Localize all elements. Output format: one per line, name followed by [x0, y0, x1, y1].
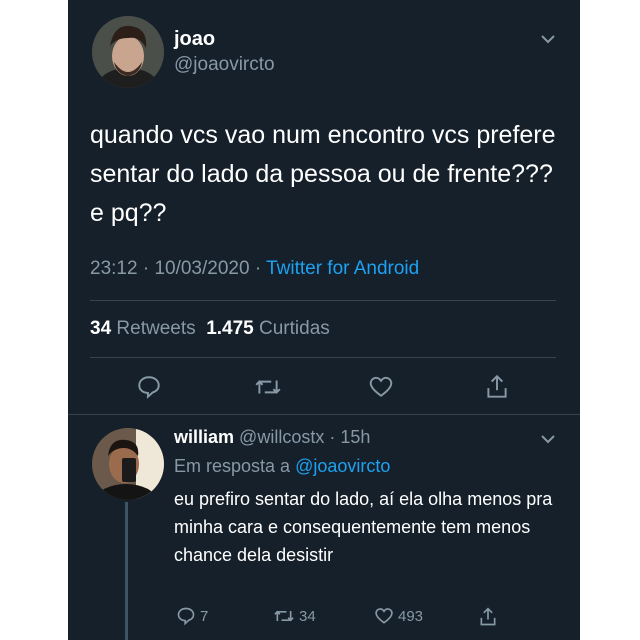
author-avatar[interactable] — [92, 16, 164, 88]
like-button[interactable] — [368, 374, 394, 400]
tweet-date: 10/03/2020 — [154, 258, 250, 279]
retweets-label[interactable]: Retweets — [116, 318, 195, 339]
share-button[interactable] — [484, 373, 510, 401]
divider — [68, 414, 580, 415]
heart-icon — [369, 376, 393, 397]
divider — [90, 357, 556, 358]
replying-to-label: Em resposta a — [174, 456, 291, 476]
retweets-count[interactable]: 34 — [90, 318, 111, 339]
thread-line — [125, 502, 128, 640]
reply-time[interactable]: 15h — [340, 427, 370, 447]
share-icon — [480, 607, 496, 626]
reply-retweet-count: 34 — [299, 607, 316, 625]
replying-to: Em resposta a @joaovircto — [174, 456, 390, 477]
author-handle[interactable]: @joaovircto — [174, 54, 275, 76]
retweet-button[interactable] — [254, 374, 282, 400]
reply-reply-count: 7 — [200, 607, 209, 625]
chevron-down-icon[interactable] — [540, 32, 556, 50]
likes-label[interactable]: Curtidas — [259, 318, 330, 339]
reply-button[interactable] — [136, 374, 162, 400]
likes-count[interactable]: 1.475 — [206, 318, 254, 339]
author-name[interactable]: joao — [174, 28, 215, 51]
reply-share-button[interactable] — [478, 606, 502, 628]
reply-text: eu prefiro sentar do lado, aí ela olha m… — [174, 489, 553, 565]
reply-header: william @willcostx · 15h — [174, 427, 370, 448]
reply-like-button[interactable]: 493 — [374, 606, 423, 626]
reply-like-count: 493 — [398, 607, 424, 625]
meta-separator: · — [142, 258, 150, 279]
tweet-meta: 23:12 · 10/03/2020 · Twitter for Android — [90, 258, 419, 280]
meta-separator: · — [254, 258, 262, 279]
reply-author-avatar[interactable] — [92, 428, 164, 500]
reply-reply-button[interactable]: 7 — [176, 606, 208, 626]
retweet-icon — [255, 380, 281, 394]
reply-retweet-button[interactable]: 34 — [273, 606, 316, 626]
tweet-time: 23:12 — [90, 258, 138, 279]
reply-icon — [138, 376, 160, 399]
reply-author-name[interactable]: william — [174, 427, 234, 447]
retweet-icon — [274, 610, 294, 622]
tweet-detail-screen: joao @joaovircto quando vcs vao num enco… — [68, 0, 580, 640]
reply-chevron-down-icon[interactable] — [540, 432, 556, 450]
tweet-text: quando vcs vao num encontro vcs prefere … — [90, 121, 556, 227]
divider — [90, 300, 556, 301]
reply-separator: · — [329, 427, 336, 447]
tweet-client-link[interactable]: Twitter for Android — [266, 258, 419, 279]
reply-author-handle[interactable]: @willcostx — [239, 427, 324, 447]
reply-icon — [177, 607, 195, 626]
tweet-stats: 34 Retweets 1.475 Curtidas — [90, 318, 330, 340]
replying-to-handle[interactable]: @joaovircto — [295, 456, 390, 476]
share-icon — [487, 374, 507, 398]
heart-icon — [375, 608, 393, 624]
